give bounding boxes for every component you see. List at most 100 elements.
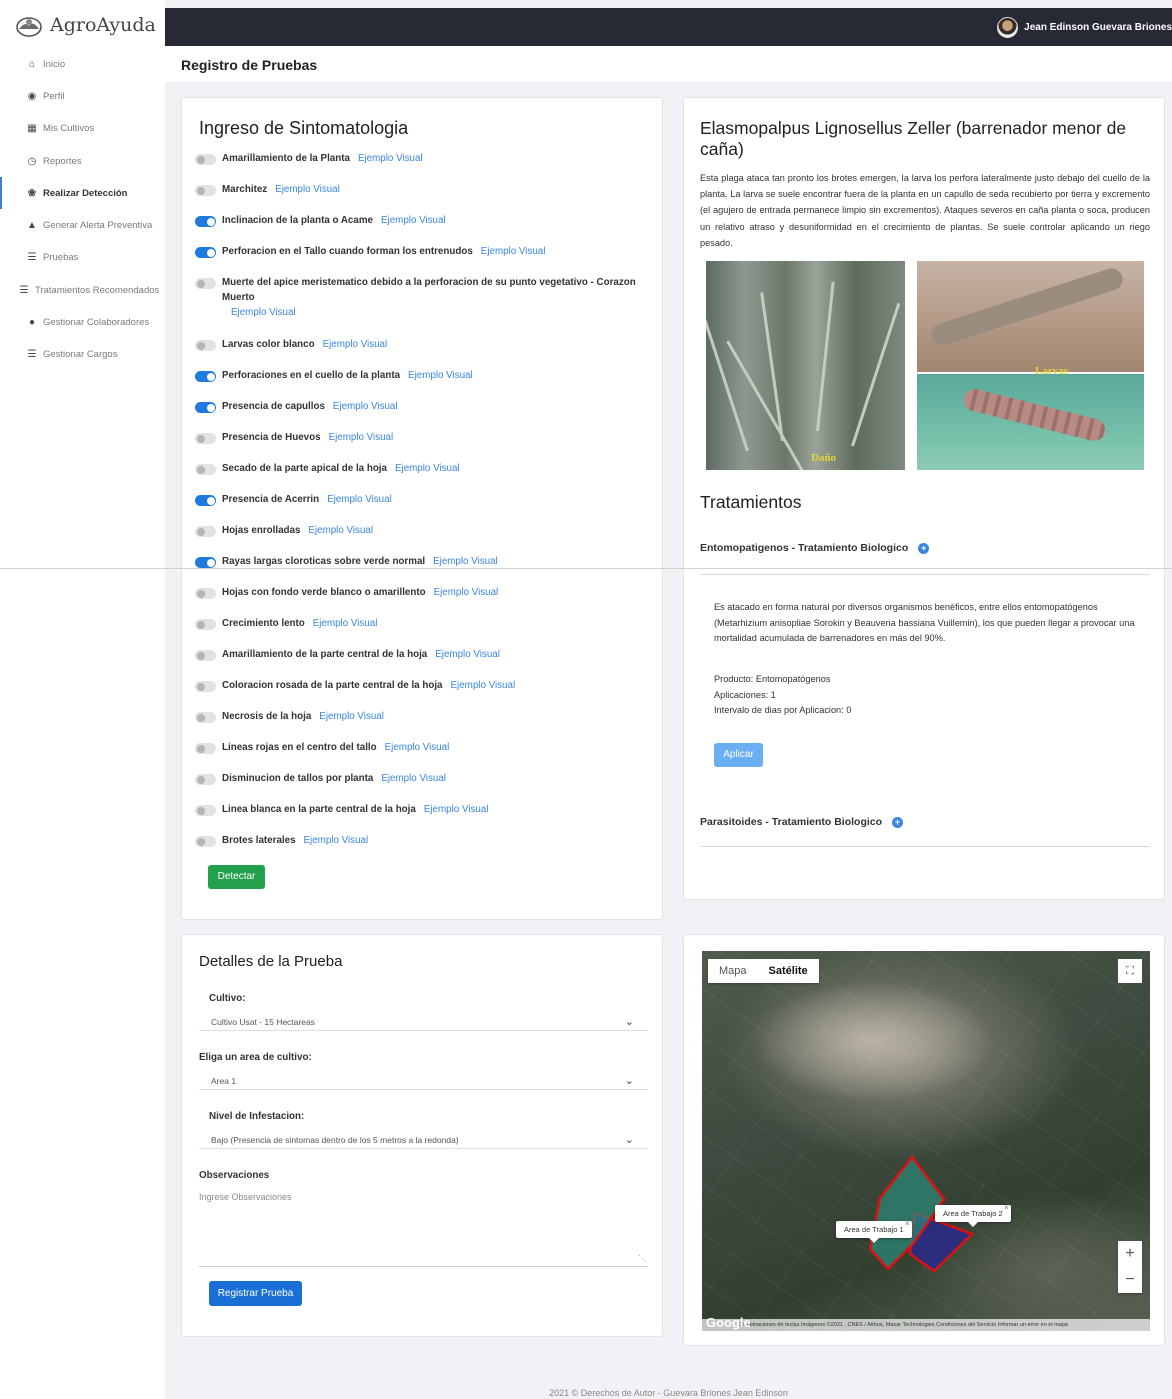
visual-example-link[interactable]: Ejemplo Visual (481, 246, 546, 257)
symptom-toggle[interactable] (195, 216, 216, 227)
visual-example-link[interactable]: Ejemplo Visual (358, 153, 423, 164)
work-areas-overlay (868, 1154, 975, 1273)
sidebar-item-cargos[interactable]: ☰ Gestionar Cargos (0, 339, 165, 371)
symptom-row: Larvas color blanco Ejemplo Visual (195, 339, 655, 370)
pest-damage-photo: Daño (706, 261, 905, 470)
sidebar-item-pruebas[interactable]: ☰ Pruebas (0, 242, 165, 274)
visual-example-link[interactable]: Ejemplo Visual (434, 587, 499, 598)
symptom-toggle[interactable] (195, 743, 216, 754)
sidebar-item-label: Reportes (43, 155, 82, 167)
close-icon[interactable]: × (905, 1219, 910, 1228)
symptom-toggle[interactable] (195, 650, 216, 661)
symptom-label: Presencia de capullos Ejemplo Visual (222, 399, 398, 414)
sidebar-item-perfil[interactable]: ◉ Perfil (0, 80, 165, 112)
symptom-toggle[interactable] (195, 774, 216, 785)
symptom-toggle[interactable] (195, 278, 216, 289)
visual-example-link[interactable]: Ejemplo Visual (323, 339, 388, 350)
symptom-toggle[interactable] (195, 557, 216, 568)
symptom-toggle[interactable] (195, 433, 216, 444)
symptom-toggle[interactable] (195, 495, 216, 506)
symptom-toggle[interactable] (195, 712, 216, 723)
expand-plus-icon[interactable]: + (918, 542, 930, 554)
photo-label-larvae: Larvas (1035, 365, 1068, 377)
satellite-tab[interactable]: Satélite (758, 959, 819, 983)
symptom-row: Inclinacion de la planta o Acame Ejemplo … (195, 215, 655, 246)
symptom-label: Rayas largas cloroticas sobre verde norm… (222, 554, 498, 569)
expand-plus-icon[interactable]: + (892, 816, 904, 828)
app-name: AgroAyuda (50, 14, 156, 36)
symptom-toggle[interactable] (195, 526, 216, 537)
chevron-down-icon: ⌄ (624, 1016, 634, 1028)
symptom-row: Brotes laterales Ejemplo Visual (195, 835, 655, 866)
visual-example-link[interactable]: Ejemplo Visual (275, 184, 340, 195)
visual-example-link[interactable]: Ejemplo Visual (304, 835, 369, 846)
sidebar-item-mis-cultivos[interactable]: ▦ Mis Cultivos (0, 113, 165, 145)
visual-example-link[interactable]: Ejemplo Visual (424, 804, 489, 815)
symptom-toggle[interactable] (195, 619, 216, 630)
treatment-2-header[interactable]: Parasitoides - Tratamiento Biologico + (700, 816, 1150, 828)
sidebar-item-realizar-deteccion[interactable]: ❀ Realizar Detección (0, 177, 165, 210)
visual-example-link[interactable]: Ejemplo Visual (381, 215, 446, 226)
fullscreen-icon[interactable]: ⛶ (1118, 959, 1142, 983)
cultivo-select[interactable]: Cultivo Usat - 15 Hectareas ⌄ (199, 1012, 648, 1031)
area-select[interactable]: Area 1 ⌄ (199, 1071, 648, 1090)
user-name: Jean Edinson Guevara Briones (1024, 22, 1172, 33)
close-icon[interactable]: × (1004, 1203, 1009, 1212)
symptom-name: Amarillamiento de la Planta (222, 153, 350, 164)
cultivo-value: Cultivo Usat - 15 Hectareas (211, 1017, 315, 1027)
visual-example-link[interactable]: Ejemplo Visual (231, 305, 655, 320)
symptom-toggle[interactable] (195, 154, 216, 165)
visual-example-link[interactable]: Ejemplo Visual (319, 711, 384, 722)
visual-example-link[interactable]: Ejemplo Visual (313, 618, 378, 629)
symptom-label: Crecimiento lento Ejemplo Visual (222, 616, 377, 631)
sidebar-item-tratamientos[interactable]: ☰ Tratamientos Recomendados (0, 274, 165, 306)
sidebar-item-colaboradores[interactable]: ● Gestionar Colaboradores (0, 306, 165, 338)
symptom-toggle[interactable] (195, 805, 216, 816)
apply-button[interactable]: Aplicar (714, 743, 763, 767)
treatment-1-header[interactable]: Entomopatigenos - Tratamiento Biologico … (700, 542, 1150, 554)
symptom-label: Necrosis de la hoja Ejemplo Visual (222, 709, 384, 724)
map-tab[interactable]: Mapa (708, 959, 758, 983)
symptom-toggle[interactable] (195, 464, 216, 475)
map-card: Mapa Satélite ⛶ Area de Trabajo 1 × Area… (683, 934, 1165, 1346)
page-header: Registro de Pruebas (165, 46, 1172, 82)
visual-example-link[interactable]: Ejemplo Visual (308, 525, 373, 536)
satellite-map[interactable]: Mapa Satélite ⛶ Area de Trabajo 1 × Area… (702, 951, 1150, 1331)
symptom-toggle[interactable] (195, 836, 216, 847)
visual-example-link[interactable]: Ejemplo Visual (327, 494, 392, 505)
user-menu[interactable]: Jean Edinson Guevara Briones (997, 17, 1172, 38)
sidebar-item-inicio[interactable]: ⌂ Inicio (0, 48, 165, 80)
treatment-1-info: Producto: Entomopatógenos Aplicaciones: … (714, 672, 851, 719)
visual-example-link[interactable]: Ejemplo Visual (435, 649, 500, 660)
sidebar-item-generar-alerta[interactable]: ▲ Generar Alerta Preventiva (0, 209, 165, 241)
visual-example-link[interactable]: Ejemplo Visual (381, 773, 446, 784)
page-title: Registro de Pruebas (181, 57, 318, 73)
visual-example-link[interactable]: Ejemplo Visual (333, 401, 398, 412)
observaciones-textarea[interactable]: Ingrese Observaciones ⋱ (199, 1191, 648, 1267)
visual-example-link[interactable]: Ejemplo Visual (329, 432, 394, 443)
visual-example-link[interactable]: Ejemplo Visual (408, 370, 473, 381)
symptom-toggle[interactable] (195, 371, 216, 382)
symptom-name: Rayas largas cloroticas sobre verde norm… (222, 556, 426, 567)
symptom-toggle[interactable] (195, 185, 216, 196)
sidebar-item-reportes[interactable]: ◷ Reportes (0, 145, 165, 177)
visual-example-link[interactable]: Ejemplo Visual (433, 556, 498, 567)
detect-button[interactable]: Detectar (208, 865, 265, 889)
nivel-select[interactable]: Bajo (Presencia de sintomas dentro de lo… (199, 1130, 648, 1149)
symptom-toggle[interactable] (195, 681, 216, 692)
zoom-in-button[interactable]: + (1118, 1241, 1142, 1267)
visual-example-link[interactable]: Ejemplo Visual (385, 742, 450, 753)
brand[interactable]: AgroAyuda (16, 12, 156, 38)
symptom-toggle[interactable] (195, 588, 216, 599)
symptom-toggle[interactable] (195, 340, 216, 351)
visual-example-link[interactable]: Ejemplo Visual (395, 463, 460, 474)
visual-example-link[interactable]: Ejemplo Visual (451, 680, 516, 691)
zoom-out-button[interactable]: − (1118, 1267, 1142, 1293)
symptom-toggle[interactable] (195, 402, 216, 413)
resize-handle-icon[interactable]: ⋱ (638, 1254, 646, 1263)
symptom-toggle[interactable] (195, 247, 216, 258)
sidebar-item-label: Mis Cultivos (43, 123, 95, 135)
symptom-row: Amarillamiento de la Planta Ejemplo Visua… (195, 153, 655, 184)
register-test-button[interactable]: Registrar Prueba (209, 1281, 302, 1306)
treatment-applications: Aplicaciones: 1 (714, 689, 776, 700)
